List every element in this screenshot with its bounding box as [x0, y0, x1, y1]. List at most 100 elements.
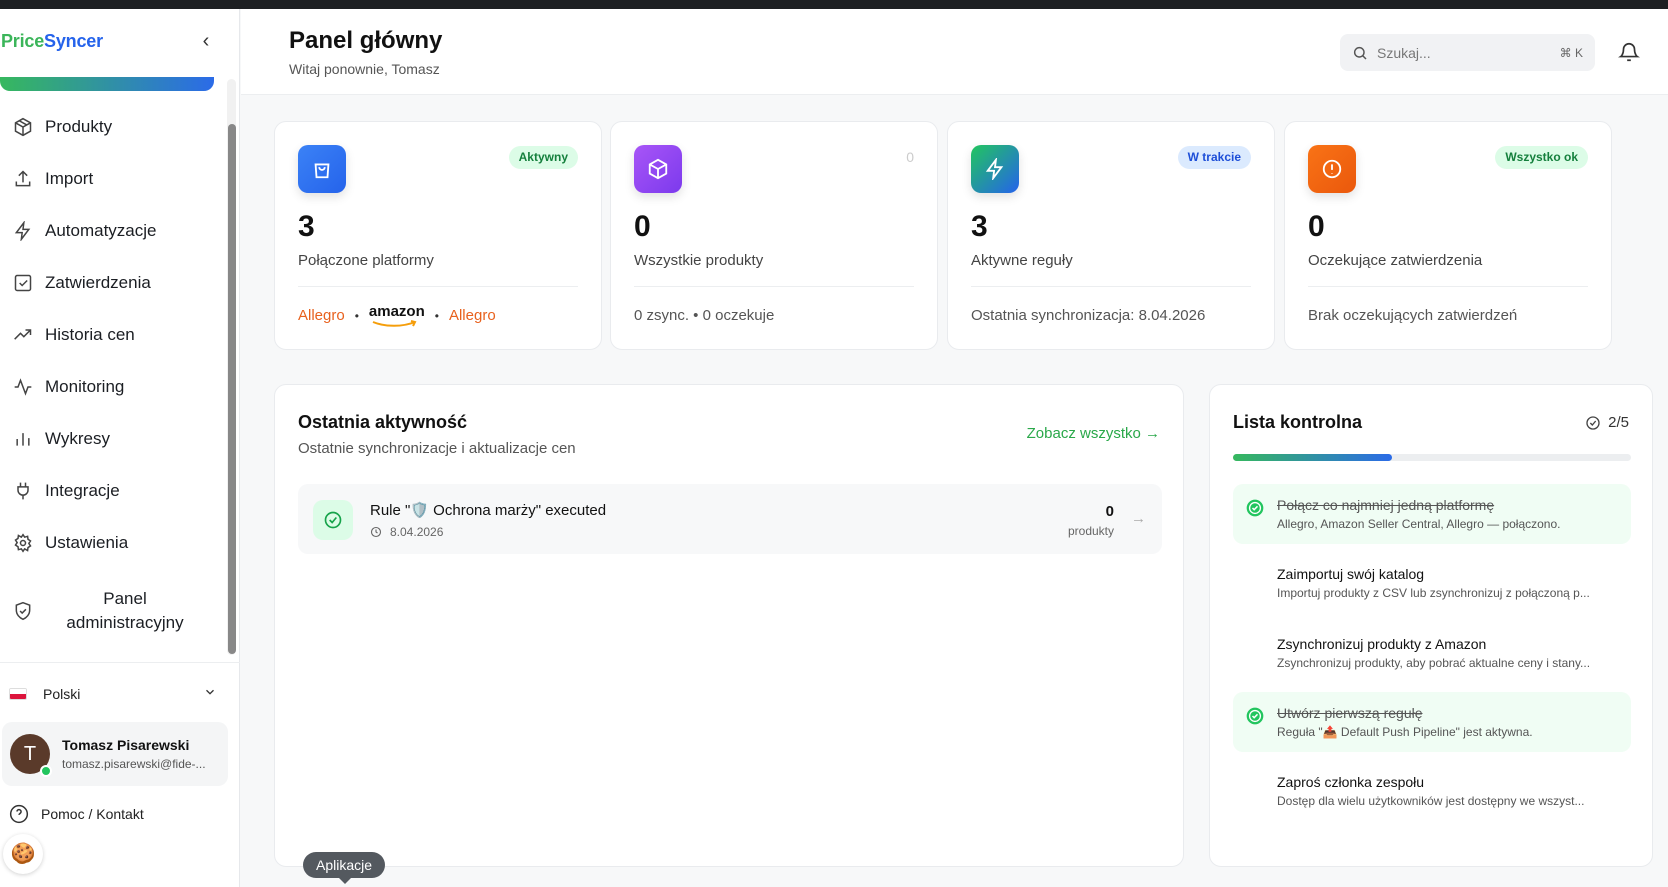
- checklist-item[interactable]: Zsynchronizuj produkty z Amazon Zsynchro…: [1233, 623, 1631, 683]
- checklist-item-desc: Dostęp dla wielu użytkowników jest dostę…: [1277, 794, 1585, 808]
- checklist-item-title: Utwórz pierwszą regułę: [1277, 705, 1423, 721]
- stat-label: Aktywne reguły: [971, 252, 1073, 269]
- checklist-item-title: Połącz co najmniej jedną platformę: [1277, 497, 1495, 513]
- stat-card-platforms[interactable]: Aktywny 3 Połączone platformy Allegro • …: [274, 121, 602, 350]
- card-divider: [1308, 286, 1588, 287]
- stat-footer: Ostatnia synchronizacja: 8.04.2026: [971, 307, 1206, 324]
- help-circle-icon: [9, 804, 29, 824]
- sidebar-item-panel-administracyjny[interactable]: Panel administracyjny: [0, 575, 222, 647]
- search-input[interactable]: Szukaj... ⌘ K: [1340, 34, 1595, 71]
- help-contact-link[interactable]: Pomoc / Kontakt: [9, 804, 144, 824]
- arrow-right-icon: →: [1131, 510, 1146, 527]
- user-email: tomasz.pisarewski@fide-...: [62, 757, 206, 771]
- bell-icon[interactable]: [1618, 40, 1640, 64]
- collapse-sidebar-button[interactable]: ‹: [196, 31, 216, 53]
- lightning-icon: [971, 145, 1019, 193]
- checklist-panel: Lista kontrolna 2/5 Połącz co najmniej j…: [1209, 384, 1653, 867]
- poland-flag-icon: [9, 687, 27, 700]
- check-circle-filled-icon: [1246, 707, 1264, 725]
- search-shortcut: ⌘ K: [1559, 45, 1583, 60]
- clock-icon: [370, 526, 382, 538]
- search-placeholder: Szukaj...: [1377, 44, 1431, 61]
- language-selector[interactable]: Polski: [9, 685, 217, 702]
- progress-fill: [1233, 454, 1393, 461]
- package-icon: [12, 116, 34, 138]
- count-badge: 0: [906, 149, 914, 165]
- sidebar-item-monitoring[interactable]: Monitoring: [0, 361, 222, 413]
- platform-list: Allegro • amazon • Allegro: [298, 303, 496, 327]
- checklist-item[interactable]: Utwórz pierwszą regułę Reguła "📤 Default…: [1233, 692, 1631, 752]
- status-badge: W trakcie: [1177, 146, 1251, 169]
- activity-unit: produkty: [1067, 524, 1114, 538]
- sidebar-item-zatwierdzenia[interactable]: Zatwierdzenia: [0, 257, 222, 309]
- sidebar-item-import[interactable]: Import: [0, 153, 222, 205]
- sidebar-nav: Produkty Import Automatyzacje Zatwierdze…: [0, 101, 222, 647]
- stat-card-rules[interactable]: W trakcie 3 Aktywne reguły Ostatnia sync…: [947, 121, 1275, 350]
- sidebar: PriceSyncer ‹ Produkty Import Automatyza…: [0, 9, 240, 887]
- sidebar-item-integracje[interactable]: Integracje: [0, 465, 222, 517]
- gear-icon: [12, 532, 34, 554]
- page-header: Panel główny Witaj ponownie, Tomasz Szuk…: [241, 9, 1668, 95]
- checklist-item[interactable]: Zaimportuj swój katalog Importuj produkt…: [1233, 553, 1631, 613]
- see-all-link[interactable]: Zobacz wszystko →: [1027, 425, 1160, 442]
- checklist-item-title: Zsynchronizuj produkty z Amazon: [1277, 636, 1487, 652]
- shield-check-icon: [12, 600, 34, 622]
- tooltip: Aplikacje: [303, 852, 386, 884]
- checklist-item[interactable]: Połącz co najmniej jedną platformę Alleg…: [1233, 484, 1631, 544]
- activity-row[interactable]: Rule "🛡️ Ochrona marży" executed 8.04.20…: [298, 484, 1162, 554]
- chevron-down-icon: [203, 685, 217, 702]
- allegro-logo: Allegro: [448, 307, 496, 324]
- checklist-item-desc: Allegro, Amazon Seller Central, Allegro …: [1277, 517, 1561, 531]
- activity-title: Rule "🛡️ Ochrona marży" executed: [370, 502, 607, 519]
- sidebar-item-wykresy[interactable]: Wykresy: [0, 413, 222, 465]
- stat-value: 3: [298, 210, 315, 243]
- checklist-item-desc: Zsynchronizuj produkty, aby pobrać aktua…: [1277, 656, 1591, 670]
- sidebar-item-produkty[interactable]: Produkty: [0, 101, 222, 153]
- stat-value: 3: [971, 210, 988, 243]
- alert-circle-icon: [1308, 145, 1356, 193]
- user-card[interactable]: T Tomasz Pisarewski tomasz.pisarewski@fi…: [2, 722, 228, 786]
- search-icon: [1353, 46, 1367, 60]
- brand-logo[interactable]: PriceSyncer: [1, 31, 103, 52]
- user-name: Tomasz Pisarewski: [62, 737, 190, 753]
- stat-value: 0: [1308, 210, 1325, 243]
- stat-label: Połączone platformy: [298, 252, 434, 269]
- separator-dot: •: [434, 308, 439, 323]
- plug-icon: [12, 480, 34, 502]
- check-circle-icon: [1586, 415, 1600, 430]
- stat-card-products[interactable]: 0 0 Wszystkie produkty 0 zsync. • 0 ocze…: [610, 121, 938, 350]
- checklist-item[interactable]: Zaproś członka zespołu Dostęp dla wielu …: [1233, 761, 1631, 821]
- shopping-bag-icon: [298, 145, 346, 193]
- recent-activity-panel: Ostatnia aktywność Ostatnie synchronizac…: [274, 384, 1184, 867]
- stat-value: 0: [634, 210, 651, 243]
- lightning-icon: [12, 220, 34, 242]
- activity-count: 0: [1105, 503, 1114, 520]
- cookie-settings-button[interactable]: 🍪: [3, 834, 43, 874]
- checklist-item-desc: Reguła "📤 Default Push Pipeline" jest ak…: [1277, 725, 1533, 739]
- stat-label: Wszystkie produkty: [634, 252, 764, 269]
- stat-card-approvals[interactable]: Wszystko ok 0 Oczekujące zatwierdzenia B…: [1284, 121, 1612, 350]
- stat-footer: Brak oczekujących zatwierdzeń: [1308, 307, 1518, 324]
- check-circle-icon: [313, 500, 353, 540]
- amazon-logo: amazon: [369, 303, 425, 327]
- sidebar-item-historia-cen[interactable]: Historia cen: [0, 309, 222, 361]
- check-square-icon: [12, 272, 34, 294]
- trending-up-icon: [12, 324, 34, 346]
- upload-icon: [12, 168, 34, 190]
- page-title: Panel główny: [289, 27, 443, 54]
- status-badge: Wszystko ok: [1495, 146, 1588, 169]
- sidebar-item-ustawienia[interactable]: Ustawienia: [0, 517, 222, 569]
- page-subtitle: Witaj ponownie, Tomasz: [289, 61, 440, 77]
- card-divider: [634, 286, 914, 287]
- sidebar-item-automatyzacje[interactable]: Automatyzacje: [0, 205, 222, 257]
- allegro-logo: Allegro: [298, 307, 345, 324]
- checklist-item-title: Zaimportuj swój katalog: [1277, 566, 1425, 582]
- package-icon: [634, 145, 682, 193]
- separator-dot: •: [354, 308, 359, 323]
- card-divider: [971, 286, 1251, 287]
- sidebar-scrollbar-thumb[interactable]: [228, 124, 236, 654]
- sidebar-divider: [0, 662, 240, 663]
- section-title: Ostatnia aktywność: [298, 412, 468, 432]
- checklist-progress-count: 2/5: [1585, 414, 1629, 431]
- activity-date: 8.04.2026: [370, 525, 443, 539]
